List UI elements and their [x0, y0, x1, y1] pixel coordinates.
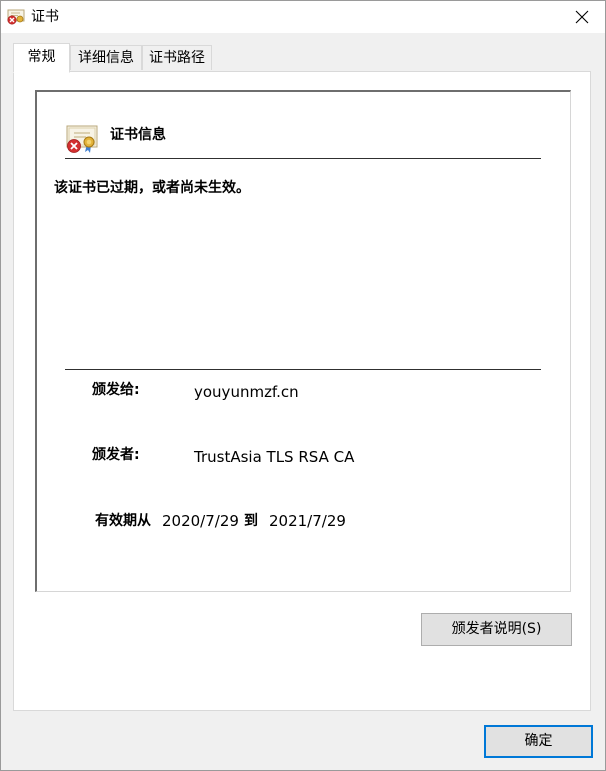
close-button[interactable]	[559, 1, 605, 33]
tab-certification-path[interactable]: 证书路径	[142, 45, 212, 70]
issued-by-value: TrustAsia TLS RSA CA	[194, 448, 355, 466]
certificate-status-message: 该证书已过期，或者尚未生效。	[54, 180, 250, 196]
ok-button[interactable]: 确定	[484, 725, 593, 758]
heading-divider	[65, 158, 541, 159]
certificate-invalid-icon	[66, 125, 98, 153]
tab-general[interactable]: 常规	[13, 43, 70, 73]
details-divider	[65, 369, 541, 370]
issued-by-label: 颁发者:	[92, 447, 140, 463]
valid-to-label: 到	[244, 513, 258, 529]
certificate-info-heading: 证书信息	[110, 127, 166, 143]
certificate-info-frame: 证书信息 该证书已过期，或者尚未生效。 颁发给: youyunmzf.cn 颁发…	[35, 90, 571, 592]
window-title: 证书	[31, 9, 59, 25]
issued-to-label: 颁发给:	[92, 382, 140, 398]
tab-panel-general: 证书信息 该证书已过期，或者尚未生效。 颁发给: youyunmzf.cn 颁发…	[13, 71, 591, 711]
valid-from-label: 有效期从	[95, 513, 151, 529]
tab-details[interactable]: 详细信息	[70, 45, 142, 70]
issued-to-value: youyunmzf.cn	[194, 383, 299, 401]
title-bar[interactable]: 证书	[1, 1, 605, 33]
issuer-statement-button[interactable]: 颁发者说明(S)	[421, 613, 572, 646]
certificate-error-icon	[7, 9, 25, 25]
valid-to-value: 2021/7/29	[269, 512, 346, 530]
valid-from-value: 2020/7/29	[162, 512, 239, 530]
close-icon	[575, 10, 589, 24]
certificate-dialog: 证书 常规 详细信息 证书路径 证书信息 该证书已过期，或者尚未生效。 颁发给:…	[0, 0, 606, 771]
